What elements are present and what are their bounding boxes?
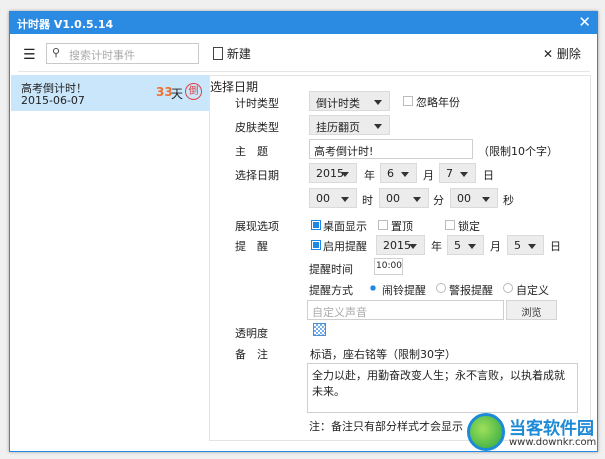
close-icon[interactable]: ✕ — [578, 13, 591, 31]
menu-icon[interactable]: ☰ — [23, 47, 36, 63]
desktop-show-checkbox[interactable] — [311, 220, 321, 230]
minute-select[interactable]: 00 — [379, 188, 429, 208]
window-title: 计时器 V1.0.5.14 — [17, 18, 114, 31]
subject-value: 高考倒计时! — [314, 145, 374, 158]
siren-label: 警报提醒 — [449, 284, 493, 297]
browse-button[interactable]: 浏览 — [506, 300, 557, 320]
remind-year-unit: 年 — [431, 240, 442, 253]
new-file-icon — [213, 47, 223, 60]
subject-input[interactable]: 高考倒计时! — [309, 139, 473, 159]
delete-label: 删除 — [556, 47, 581, 61]
minute-unit: 分 — [433, 194, 444, 207]
ignore-year-checkbox[interactable] — [403, 96, 413, 106]
event-days-unit: 天 — [171, 87, 184, 101]
desktop-show-label: 桌面显示 — [323, 220, 367, 233]
note-footer: 注：备注只有部分样式才会显示 — [309, 420, 463, 433]
watermark-logo-icon — [467, 413, 505, 451]
remind-day-unit: 日 — [550, 240, 561, 253]
search-icon: ⚲ — [52, 46, 61, 59]
year-select[interactable]: 2015 — [309, 163, 357, 183]
custom-sound-input[interactable]: 自定义声音 — [307, 300, 504, 320]
custom-label: 自定义 — [516, 284, 549, 297]
section-title: 选择日期 — [210, 80, 259, 94]
hour-value: 00 — [316, 192, 330, 205]
remind-month-value: 5 — [454, 239, 461, 252]
siren-radio[interactable] — [436, 283, 446, 293]
pin-top-checkbox[interactable] — [378, 220, 388, 230]
display-label: 展现选项 — [235, 220, 279, 233]
enable-remind-label: 启用提醒 — [323, 240, 367, 253]
alarm-label: 闹铃提醒 — [382, 284, 426, 297]
note-label: 备 注 — [235, 348, 268, 361]
search-input[interactable]: ⚲ 搜索计时事件 — [46, 43, 199, 64]
second-value: 00 — [457, 192, 471, 205]
delete-icon: ✕ — [543, 47, 554, 61]
lock-checkbox[interactable] — [445, 220, 455, 230]
minute-value: 00 — [386, 192, 400, 205]
remind-time-label: 提醒时间 — [309, 263, 353, 276]
hour-select[interactable]: 00 — [309, 188, 357, 208]
remind-year-value: 2015 — [383, 239, 411, 252]
title-bar: 计时器 V1.0.5.14 ✕ — [10, 12, 597, 34]
month-unit: 月 — [423, 169, 434, 182]
date-label: 选择日期 — [235, 169, 279, 182]
month-value: 6 — [387, 167, 394, 180]
subject-limit: （限制10个字） — [478, 145, 558, 158]
pin-top-label: 置顶 — [391, 220, 413, 233]
new-label: 新建 — [226, 47, 251, 61]
remind-day-value: 5 — [514, 239, 521, 252]
ignore-year-label: 忽略年份 — [416, 96, 460, 109]
countdown-badge-icon: 倒 — [185, 83, 202, 100]
new-button[interactable]: 新建 — [213, 45, 251, 62]
day-select[interactable]: 7 — [439, 163, 476, 183]
year-value: 2015 — [316, 167, 344, 180]
remind-time-input[interactable]: 10:00 — [374, 258, 403, 275]
remind-time-value: 10:00 — [376, 261, 402, 271]
remind-month-select[interactable]: 5 — [447, 235, 484, 255]
enable-remind-checkbox[interactable] — [311, 240, 321, 250]
remind-label: 提 醒 — [235, 240, 268, 253]
day-value: 7 — [446, 167, 453, 180]
year-unit: 年 — [364, 169, 375, 182]
skin-select[interactable]: 挂历翻页 — [309, 115, 390, 135]
remind-day-select[interactable]: 5 — [507, 235, 544, 255]
second-select[interactable]: 00 — [450, 188, 498, 208]
timer-type-label: 计时类型 — [235, 97, 279, 110]
day-unit: 日 — [483, 169, 494, 182]
delete-button[interactable]: ✕ 删除 — [543, 45, 581, 62]
remind-month-unit: 月 — [490, 240, 501, 253]
alarm-radio[interactable] — [368, 283, 378, 293]
timer-type-select[interactable]: 倒计时类 — [309, 91, 390, 111]
event-item[interactable]: 高考倒计时！ 2015-06-07 33 天 倒 — [11, 75, 209, 111]
subject-label: 主 题 — [235, 145, 268, 158]
month-select[interactable]: 6 — [380, 163, 417, 183]
timer-type-value: 倒计时类 — [316, 97, 360, 110]
divider — [18, 71, 590, 72]
skin-value: 挂历翻页 — [316, 121, 360, 134]
remind-mode-label: 提醒方式 — [309, 284, 353, 297]
skin-label: 皮肤类型 — [235, 121, 279, 134]
note-value: 全力以赴，用勤奋改变人生；永不言败，以执着成就未来。 — [312, 369, 565, 398]
event-list: 高考倒计时！ 2015-06-07 33 天 倒 — [11, 75, 209, 450]
note-hint: 标语，座右铭等（限制30字） — [310, 348, 456, 361]
opacity-label: 透明度 — [235, 327, 268, 340]
watermark-name: 当客软件园 — [509, 419, 594, 439]
custom-radio[interactable] — [503, 283, 513, 293]
remind-year-select[interactable]: 2015 — [376, 235, 425, 255]
search-placeholder: 搜索计时事件 — [69, 49, 135, 62]
hour-unit: 时 — [362, 194, 373, 207]
custom-sound-placeholder: 自定义声音 — [312, 306, 367, 319]
browse-label: 浏览 — [521, 308, 542, 319]
lock-label: 锁定 — [458, 220, 480, 233]
opacity-picker-icon[interactable] — [313, 323, 326, 336]
note-textarea[interactable]: 全力以赴，用勤奋改变人生；永不言败，以执着成就未来。 — [307, 363, 578, 413]
watermark-url: www.downkr.com — [509, 437, 597, 448]
event-date: 2015-06-07 — [21, 94, 85, 107]
second-unit: 秒 — [503, 194, 514, 207]
